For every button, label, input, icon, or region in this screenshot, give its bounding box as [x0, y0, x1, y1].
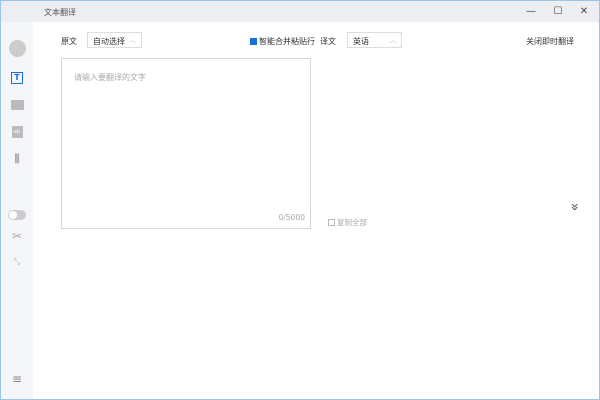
app-window: 文本翻译 — ☐ ✕ T ab ⦀ ✂ ⤡ ≡ 原文 自动选择 ︿ 智能合并粘贴行… — [0, 0, 600, 400]
checkbox-icon — [328, 219, 335, 226]
close-instant-translate-button[interactable]: 关闭即时翻译 — [526, 36, 574, 47]
window-title: 文本翻译 — [44, 8, 76, 17]
checkbox-checked-icon — [250, 38, 257, 45]
target-language-select[interactable]: 英语 ︿ — [347, 32, 402, 48]
source-language-value: 自动选择 — [93, 37, 125, 46]
collapse-icon[interactable]: ⤡ — [8, 254, 26, 270]
minimize-button[interactable]: — — [521, 4, 541, 20]
scissors-icon[interactable]: ✂ — [8, 228, 26, 244]
image-text-icon[interactable]: ab — [8, 124, 26, 140]
avatar[interactable] — [8, 39, 26, 57]
smart-merge-label: 智能合并粘贴行 — [259, 37, 315, 46]
library-icon[interactable]: ⦀ — [8, 151, 26, 167]
close-button[interactable]: ✕ — [574, 4, 594, 20]
char-counter: 0/5000 — [278, 213, 305, 222]
source-language-select[interactable]: 自动选择 ︿ — [87, 32, 142, 48]
text-translate-icon[interactable]: T — [8, 70, 26, 86]
expand-down-icon[interactable]: » — [566, 203, 582, 212]
folder-icon[interactable] — [8, 97, 26, 113]
copy-all-button[interactable]: 复制全部 — [328, 217, 367, 228]
chevron-up-icon: ︿ — [129, 36, 136, 44]
smart-merge-checkbox[interactable]: 智能合并粘贴行 — [250, 36, 315, 47]
source-placeholder: 请输入要翻译的文字 — [74, 73, 146, 82]
target-label: 译文 — [320, 37, 336, 46]
toggle-switch[interactable] — [8, 207, 26, 223]
title-bar: 文本翻译 — ☐ ✕ — [1, 1, 599, 22]
target-language-value: 英语 — [353, 37, 369, 46]
source-label: 原文 — [61, 37, 77, 46]
maximize-button[interactable]: ☐ — [548, 4, 568, 20]
copy-all-label: 复制全部 — [337, 218, 367, 227]
sidebar: T ab ⦀ ✂ ⤡ ≡ — [1, 22, 33, 399]
menu-icon[interactable]: ≡ — [8, 371, 26, 387]
chevron-up-icon: ︿ — [389, 36, 396, 44]
source-text-input[interactable]: 请输入要翻译的文字 0/5000 — [61, 58, 311, 229]
